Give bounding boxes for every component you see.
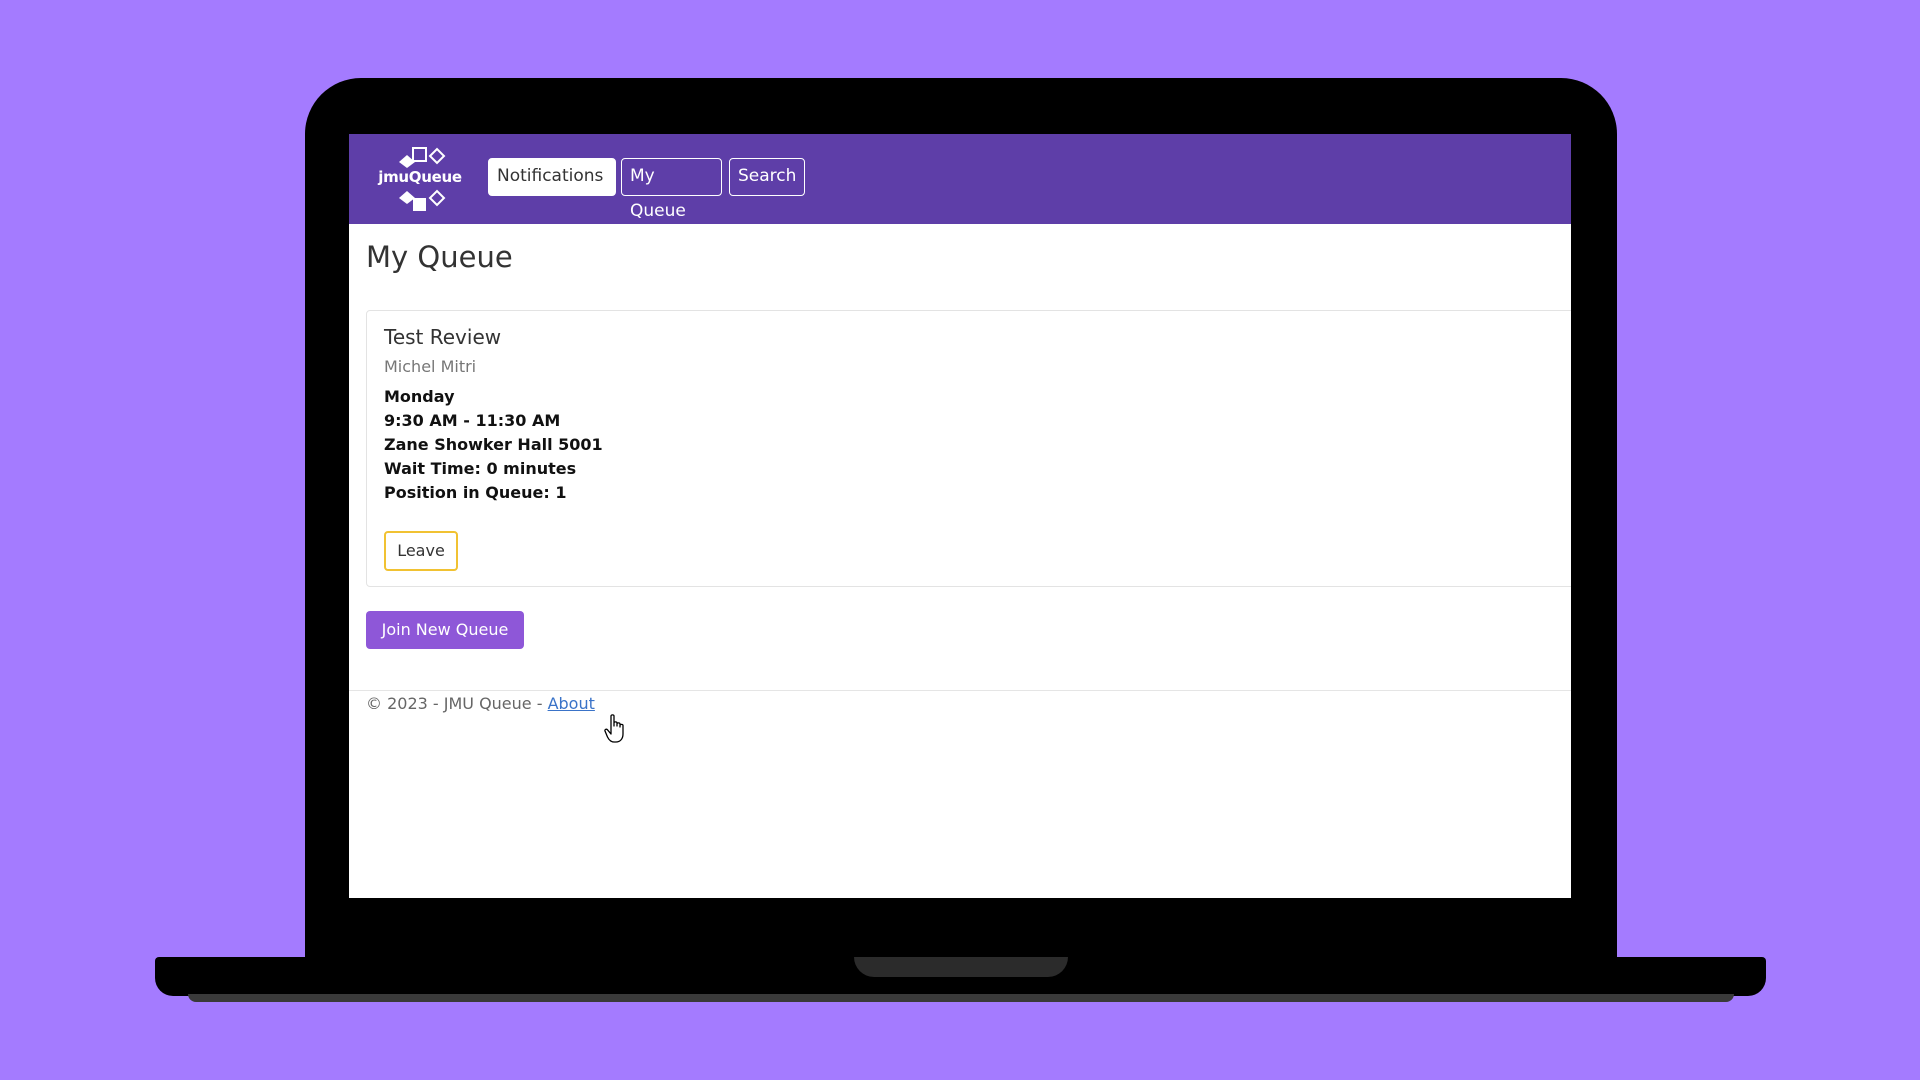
queue-instructor: Michel Mitri: [384, 357, 477, 376]
queue-location: Zane Showker Hall 5001: [384, 435, 603, 454]
join-new-queue-button[interactable]: Join New Queue: [366, 611, 524, 649]
laptop-notch: [854, 957, 1068, 977]
footer-divider: [349, 690, 1571, 691]
queue-wait-time: Wait Time: 0 minutes: [384, 459, 577, 478]
about-link[interactable]: About: [548, 694, 595, 713]
queue-card: Test Review Michel Mitri Monday 9:30 AM …: [366, 310, 1571, 587]
notifications-button[interactable]: Notifications: [488, 158, 616, 196]
hand-pointer-icon: [604, 714, 624, 743]
logo-text: jmuQueue: [378, 168, 462, 186]
laptop-base-shadow: [188, 994, 1734, 1002]
browser-screen: jmuQueue Notifications My Queue Search M…: [349, 134, 1571, 898]
queue-time: 9:30 AM - 11:30 AM: [384, 411, 561, 430]
jmuqueue-logo-icon[interactable]: jmuQueue: [373, 146, 467, 214]
footer-copyright: © 2023 - JMU Queue -: [366, 694, 548, 713]
queue-day: Monday: [384, 387, 455, 406]
page-title: My Queue: [366, 240, 513, 274]
footer: © 2023 - JMU Queue - About: [366, 694, 595, 713]
queue-position: Position in Queue: 1: [384, 483, 567, 502]
my-queue-button[interactable]: My Queue: [621, 158, 722, 221]
queue-title: Test Review: [384, 325, 502, 349]
search-button[interactable]: Search: [729, 158, 805, 196]
leave-button[interactable]: Leave: [384, 531, 458, 571]
navbar: jmuQueue Notifications My Queue Search: [349, 134, 1571, 224]
